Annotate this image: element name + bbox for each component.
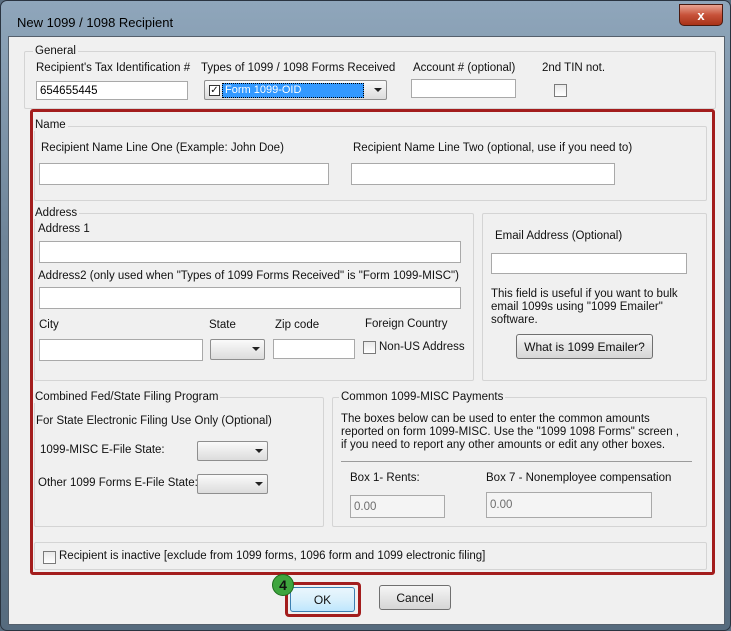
chevron-down-icon [374, 88, 382, 92]
dialog-client-area: General Recipient's Tax Identification #… [8, 36, 725, 625]
window-title: New 1099 / 1098 Recipient [17, 15, 174, 30]
general-group-label: General [33, 45, 78, 57]
step-badge: 4 [272, 574, 294, 596]
dialog-window: New 1099 / 1098 Recipient x General Reci… [0, 0, 731, 631]
form-type-checkbox[interactable]: ✓ [209, 85, 220, 96]
cancel-button[interactable]: Cancel [379, 585, 451, 610]
tin-label: Recipient's Tax Identification # [36, 62, 191, 74]
form-type-value: Form 1099-OID [222, 83, 364, 98]
second-tin-checkbox[interactable] [554, 84, 567, 97]
form-type-label: Types of 1099 / 1098 Forms Received [201, 62, 396, 74]
ok-button[interactable]: OK [290, 587, 355, 612]
form-type-select[interactable]: ✓ Form 1099-OID [204, 80, 387, 100]
highlight-box [30, 109, 715, 575]
close-button[interactable]: x [679, 4, 723, 26]
tin-input[interactable] [36, 81, 188, 100]
second-tin-label: 2nd TIN not. [542, 62, 606, 74]
close-icon: x [697, 7, 705, 23]
account-input[interactable] [411, 79, 516, 98]
account-label: Account # (optional) [413, 62, 516, 74]
